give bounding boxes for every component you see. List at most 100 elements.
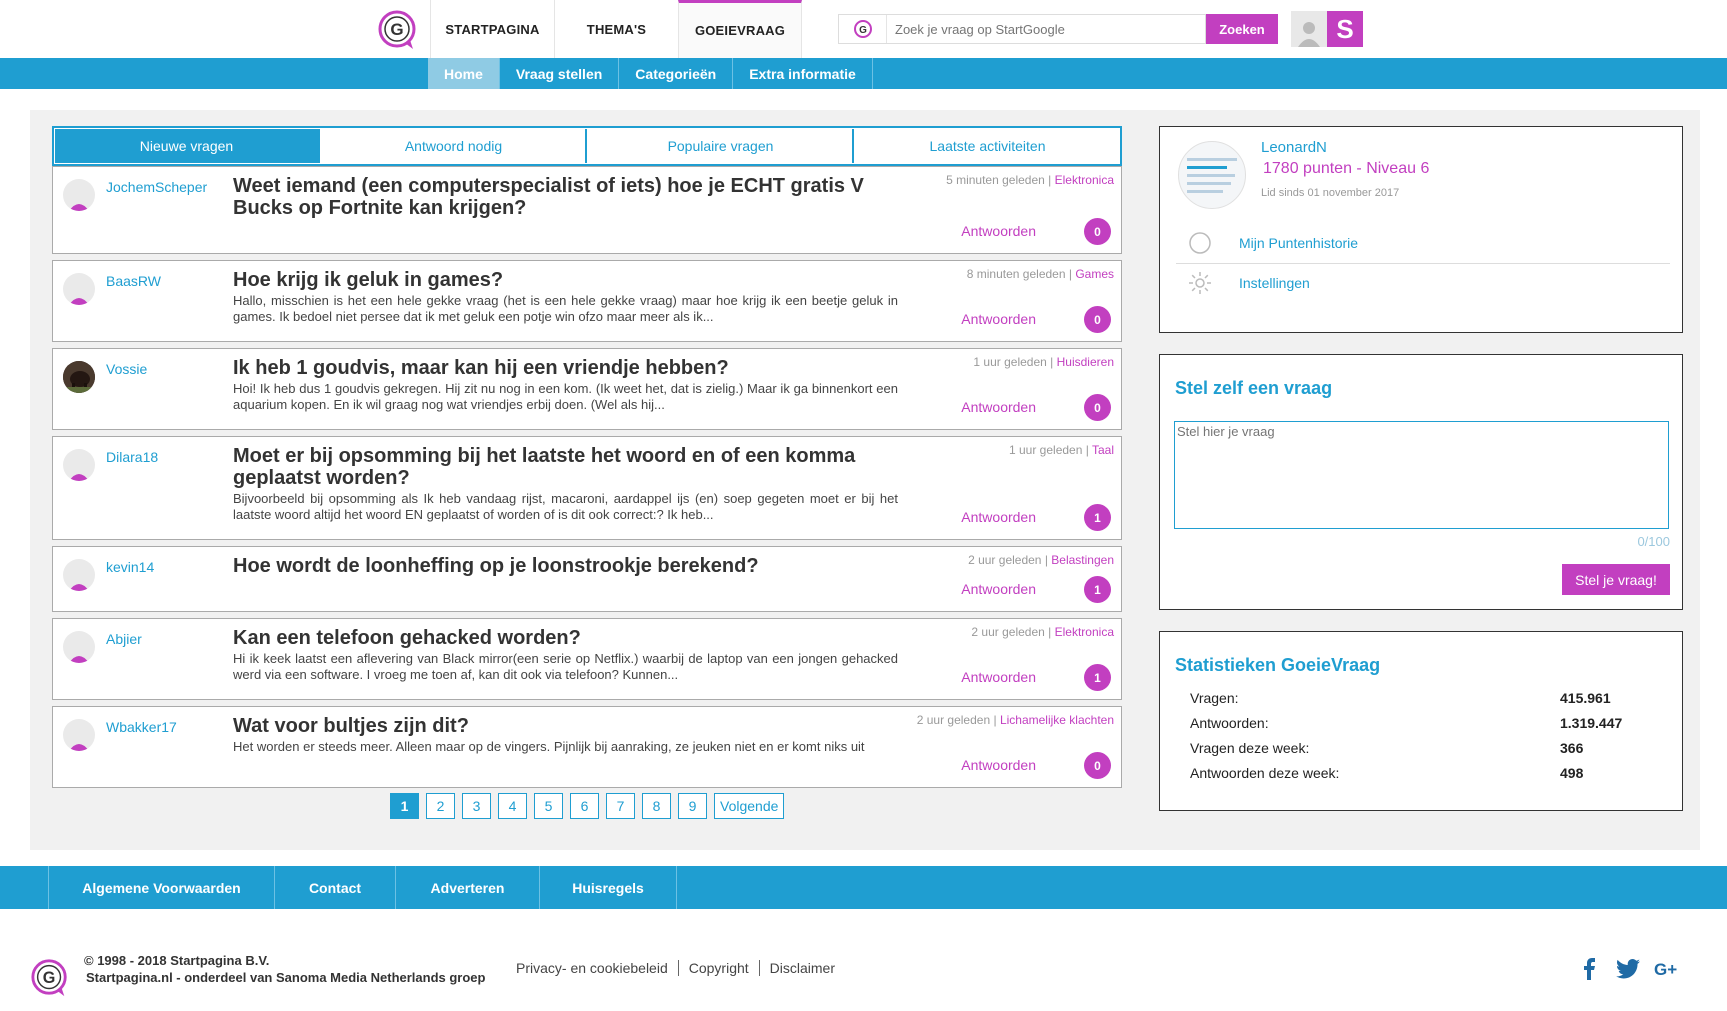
nav-startpagina[interactable]: STARTPAGINA [430, 0, 554, 58]
question-item[interactable]: Abjier Kan een telefoon gehacked worden?… [52, 618, 1122, 700]
avatar[interactable] [63, 449, 95, 481]
stat-value: 415.961 [1560, 690, 1611, 706]
question-category[interactable]: Taal [1092, 443, 1114, 457]
page-6-button[interactable]: 6 [570, 793, 599, 819]
answer-link[interactable]: Antwoorden [961, 581, 1036, 597]
next-page-button[interactable]: Volgende [714, 793, 785, 819]
stat-value: 1.319.447 [1560, 715, 1623, 731]
svg-text:G: G [390, 20, 403, 39]
stat-row: Vragen deze week: 366 [1190, 740, 1630, 756]
avatar[interactable] [63, 559, 95, 591]
question-author[interactable]: Dilara18 [106, 449, 158, 465]
page-8-button[interactable]: 8 [642, 793, 671, 819]
twitter-icon[interactable] [1614, 955, 1642, 983]
question-category[interactable]: Elektronica [1055, 625, 1114, 639]
answer-count-badge: 1 [1084, 664, 1111, 691]
page-2-button[interactable]: 2 [426, 793, 455, 819]
privacy-link[interactable]: Privacy- en cookiebeleid [516, 960, 679, 976]
tab-laatste-activiteiten[interactable]: Laatste activiteiten [856, 129, 1119, 163]
avatar[interactable] [63, 361, 95, 393]
tab-antwoord-nodig[interactable]: Antwoord nodig [322, 129, 587, 163]
tab-nieuwe-vragen[interactable]: Nieuwe vragen [55, 129, 320, 163]
page-4-button[interactable]: 4 [498, 793, 527, 819]
question-title[interactable]: Hoe wordt de loonheffing op je loonstroo… [233, 555, 893, 577]
answer-link[interactable]: Antwoorden [961, 223, 1036, 239]
submit-question-button[interactable]: Stel je vraag! [1562, 564, 1670, 595]
avatar[interactable] [63, 179, 95, 211]
question-category[interactable]: Belastingen [1051, 553, 1114, 567]
stat-row: Antwoorden: 1.319.447 [1190, 715, 1630, 731]
google-plus-icon[interactable]: G+ [1654, 955, 1682, 983]
answer-link[interactable]: Antwoorden [961, 757, 1036, 773]
question-title[interactable]: Kan een telefoon gehacked worden? [233, 627, 893, 649]
question-author[interactable]: Wbakker17 [106, 719, 177, 735]
stat-label: Vragen deze week: [1190, 740, 1310, 756]
stat-label: Antwoorden deze week: [1190, 765, 1340, 781]
footer-huisregels[interactable]: Huisregels [539, 866, 677, 909]
question-category[interactable]: Lichamelijke klachten [1000, 713, 1114, 727]
question-author[interactable]: BaasRW [106, 273, 161, 289]
question-author[interactable]: kevin14 [106, 559, 154, 575]
copyright-link[interactable]: Copyright [679, 960, 760, 976]
question-author[interactable]: JochemScheper [106, 179, 207, 195]
user-account-icon[interactable] [1291, 11, 1327, 47]
subnav-extra-informatie[interactable]: Extra informatie [733, 58, 873, 89]
top-header: G STARTPAGINA THEMA'S GOEIEVRAAG G Zoeke… [0, 0, 1727, 58]
facebook-icon[interactable] [1575, 955, 1603, 983]
question-time: 5 minuten geleden [946, 173, 1045, 187]
avatar[interactable] [63, 631, 95, 663]
subnav-categorieen[interactable]: Categorieën [619, 58, 734, 89]
disclaimer-link[interactable]: Disclaimer [760, 960, 845, 976]
subnav-vraag-stellen[interactable]: Vraag stellen [500, 58, 620, 89]
ask-title: Stel zelf een vraag [1175, 378, 1333, 398]
answer-link[interactable]: Antwoorden [961, 669, 1036, 685]
question-title[interactable]: Wat voor bultjes zijn dit? [233, 715, 893, 737]
question-item[interactable]: Dilara18 Moet er bij opsomming bij het l… [52, 436, 1122, 540]
page-3-button[interactable]: 3 [462, 793, 491, 819]
sanoma-s-button[interactable]: S [1327, 11, 1363, 47]
avatar[interactable] [63, 273, 95, 305]
profile-username[interactable]: LeonardN [1261, 139, 1327, 156]
nav-themas[interactable]: THEMA'S [554, 0, 678, 58]
question-item[interactable]: JochemScheper Weet iemand (een computers… [52, 166, 1122, 254]
subnav-home[interactable]: Home [428, 58, 500, 89]
search-box: G [838, 14, 1206, 44]
page-1-button[interactable]: 1 [390, 793, 419, 819]
question-title[interactable]: Ik heb 1 goudvis, maar kan hij een vrien… [233, 357, 893, 379]
question-title[interactable]: Hoe krijg ik geluk in games? [233, 269, 893, 291]
question-time: 2 uur geleden [971, 625, 1045, 639]
question-item[interactable]: Vossie Ik heb 1 goudvis, maar kan hij ee… [52, 348, 1122, 430]
question-item[interactable]: kevin14 Hoe wordt de loonheffing op je l… [52, 546, 1122, 612]
avatar[interactable] [63, 719, 95, 751]
question-time: 1 uur geleden [973, 355, 1047, 369]
question-author[interactable]: Vossie [106, 361, 147, 377]
answer-link[interactable]: Antwoorden [961, 399, 1036, 415]
page-9-button[interactable]: 9 [678, 793, 707, 819]
footer-contact[interactable]: Contact [274, 866, 395, 909]
question-item[interactable]: Wbakker17 Wat voor bultjes zijn dit? Het… [52, 706, 1122, 788]
search-button[interactable]: Zoeken [1206, 14, 1278, 44]
question-tabs: Nieuwe vragen Antwoord nodig Populaire v… [52, 126, 1122, 166]
answer-link[interactable]: Antwoorden [961, 311, 1036, 327]
answer-link[interactable]: Antwoorden [961, 509, 1036, 525]
tab-populaire-vragen[interactable]: Populaire vragen [589, 129, 854, 163]
question-author[interactable]: Abjier [106, 631, 142, 647]
question-item[interactable]: BaasRW Hoe krijg ik geluk in games? Hall… [52, 260, 1122, 342]
nav-goeievraag[interactable]: GOEIEVRAAG [678, 0, 802, 58]
question-category[interactable]: Huisdieren [1057, 355, 1114, 369]
settings-link[interactable]: Instellingen [1239, 275, 1310, 291]
search-input[interactable] [887, 15, 1205, 43]
goeievraag-logo[interactable]: G [377, 9, 419, 51]
question-title[interactable]: Weet iemand (een computerspecialist of i… [233, 175, 893, 219]
question-title[interactable]: Moet er bij opsomming bij het laatste he… [233, 445, 893, 489]
footer-adverteren[interactable]: Adverteren [395, 866, 539, 909]
page-5-button[interactable]: 5 [534, 793, 563, 819]
points-history-link[interactable]: Mijn Puntenhistorie [1239, 235, 1358, 251]
page-7-button[interactable]: 7 [606, 793, 635, 819]
question-category[interactable]: Games [1075, 267, 1114, 281]
ask-question-textarea[interactable] [1174, 421, 1669, 529]
question-category[interactable]: Elektronica [1055, 173, 1114, 187]
footer-navigation: Algemene Voorwaarden Contact Adverteren … [0, 866, 1727, 909]
profile-avatar[interactable] [1178, 141, 1246, 209]
footer-algemene-voorwaarden[interactable]: Algemene Voorwaarden [48, 866, 274, 909]
